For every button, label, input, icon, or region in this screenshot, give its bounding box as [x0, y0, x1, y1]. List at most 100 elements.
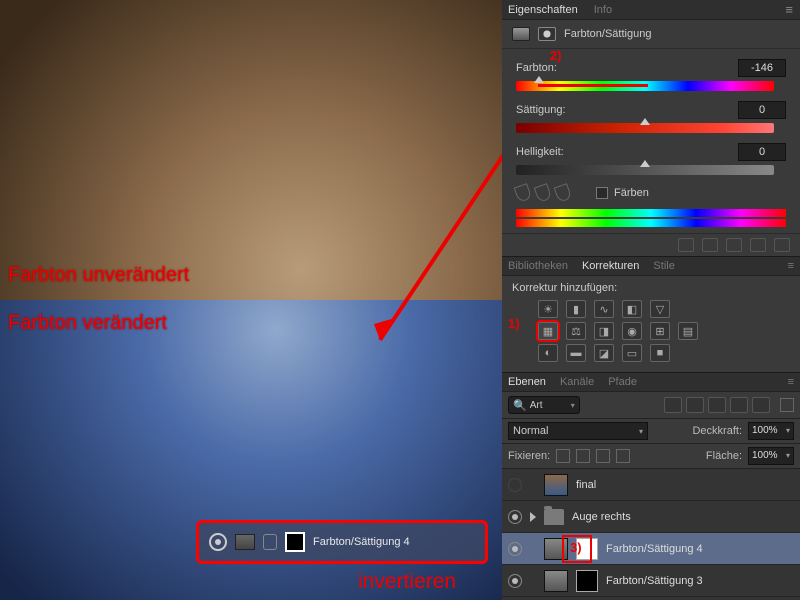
hue-value[interactable]: -146 — [738, 59, 786, 77]
blend-mode-value: Normal — [513, 425, 548, 437]
lig-label: Helligkeit: — [516, 146, 586, 158]
color-balance-icon[interactable]: ⚖ — [566, 322, 586, 340]
panel-menu-icon[interactable]: ≡ — [788, 376, 794, 388]
layer-filter-kind[interactable]: 🔍 ▾ — [508, 396, 580, 414]
adjustment-type-icon[interactable] — [512, 27, 530, 41]
mask-mode-icon[interactable] — [538, 27, 556, 41]
panel-menu-icon[interactable]: ≡ — [785, 2, 794, 17]
filter-pixel-icon[interactable] — [664, 397, 682, 413]
exposure-icon[interactable]: ◧ — [622, 300, 642, 318]
annotation-underline — [538, 84, 648, 87]
hue-slider[interactable] — [516, 81, 774, 91]
eyedropper-minus-icon[interactable] — [554, 183, 573, 203]
reset-icon[interactable] — [726, 238, 742, 252]
adjustment-thumb[interactable] — [544, 538, 568, 560]
disclosure-icon[interactable] — [530, 512, 536, 522]
document-canvas[interactable]: Farbton unverändert Farbton verändert Fa… — [0, 0, 502, 600]
annotation-mark-2: 2) — [550, 48, 562, 63]
tab-styles[interactable]: Stile — [653, 260, 674, 272]
sat-label: Sättigung: — [516, 104, 586, 116]
visibility-icon[interactable] — [508, 478, 522, 492]
tab-info[interactable]: Info — [594, 4, 612, 16]
search-icon: 🔍 — [513, 399, 527, 412]
hue-strip-top — [516, 209, 786, 217]
panel-menu-icon[interactable]: ≡ — [788, 260, 794, 272]
trash-icon[interactable] — [774, 238, 790, 252]
lock-pixels-icon[interactable] — [576, 449, 590, 463]
visibility-icon[interactable] — [508, 542, 522, 556]
annotation-mark-1: 1) — [508, 316, 520, 331]
tab-channels[interactable]: Kanäle — [560, 376, 594, 388]
hue-strip-bottom — [516, 219, 786, 227]
annotation-invert: invertieren — [358, 570, 456, 594]
filter-toggle-icon[interactable] — [780, 398, 794, 412]
adjustment-thumb[interactable] — [544, 570, 568, 592]
visibility-icon[interactable] — [209, 533, 227, 551]
view-previous-icon[interactable] — [702, 238, 718, 252]
colorize-checkbox[interactable] — [596, 187, 608, 199]
curves-icon[interactable]: ∿ — [594, 300, 614, 318]
fill-label: Fläche: — [706, 450, 742, 462]
lock-all-icon[interactable] — [616, 449, 630, 463]
invert-icon[interactable]: ◐ — [538, 344, 558, 362]
eyedropper-icon[interactable] — [514, 183, 533, 203]
clip-to-layer-icon[interactable] — [678, 238, 694, 252]
vibrance-icon[interactable]: ▽ — [650, 300, 670, 318]
layer-group-row[interactable]: Auge rechts — [502, 501, 800, 533]
opacity-label: Deckkraft: — [692, 425, 742, 437]
filter-type-icon[interactable] — [708, 397, 726, 413]
threshold-icon[interactable]: ◪ — [594, 344, 614, 362]
posterize-icon[interactable]: ▬ — [566, 344, 586, 362]
visibility-toggle-icon[interactable] — [750, 238, 766, 252]
layer-filter-input[interactable] — [530, 400, 568, 411]
tab-libraries[interactable]: Bibliotheken — [508, 260, 568, 272]
layer-name[interactable]: final — [576, 479, 596, 491]
blend-mode-select[interactable]: Normal ▾ — [508, 422, 648, 440]
colorize-label: Färben — [614, 187, 649, 199]
tab-paths[interactable]: Pfade — [608, 376, 637, 388]
opacity-value[interactable]: 100%▾ — [748, 422, 794, 440]
annotation-changed: Farbton verändert — [8, 312, 167, 335]
hue-slider-handle[interactable] — [534, 76, 544, 83]
layer-row[interactable]: final — [502, 469, 800, 501]
sat-value[interactable]: 0 — [738, 101, 786, 119]
properties-title: Farbton/Sättigung — [564, 28, 651, 40]
lightness-slider[interactable] — [516, 165, 774, 175]
tab-adjustments[interactable]: Korrekturen — [582, 260, 639, 272]
channel-mixer-icon[interactable]: ⊞ — [650, 322, 670, 340]
eyedropper-plus-icon[interactable] — [534, 183, 553, 203]
lock-position-icon[interactable] — [596, 449, 610, 463]
tab-properties[interactable]: Eigenschaften — [508, 4, 578, 16]
layer-name[interactable]: Farbton/Sättigung 3 — [606, 575, 703, 587]
brightness-contrast-icon[interactable]: ☀ — [538, 300, 558, 318]
black-white-icon[interactable]: ◨ — [594, 322, 614, 340]
folder-icon — [544, 509, 564, 525]
visibility-icon[interactable] — [508, 510, 522, 524]
mask-thumb[interactable] — [576, 570, 598, 592]
color-lookup-icon[interactable]: ▤ — [678, 322, 698, 340]
tab-layers[interactable]: Ebenen — [508, 376, 546, 388]
group-name[interactable]: Auge rechts — [572, 511, 631, 523]
selective-color-icon[interactable]: ■ — [650, 344, 670, 362]
levels-icon[interactable]: ▮ — [566, 300, 586, 318]
photo-filter-icon[interactable]: ◉ — [622, 322, 642, 340]
visibility-icon[interactable] — [508, 574, 522, 588]
fill-value[interactable]: 100%▾ — [748, 447, 794, 465]
filter-smart-icon[interactable] — [752, 397, 770, 413]
mask-thumb-icon[interactable] — [285, 532, 305, 552]
annotation-mark-3: 3) — [570, 540, 582, 555]
hue-saturation-icon[interactable]: ▦ — [538, 322, 558, 340]
saturation-slider[interactable] — [516, 123, 774, 133]
lock-transparent-icon[interactable] — [556, 449, 570, 463]
layer-row-selected[interactable]: Farbton/Sättigung 4 — [502, 533, 800, 565]
layer-name[interactable]: Farbton/Sättigung 4 — [606, 543, 703, 555]
layer-thumb[interactable] — [544, 474, 568, 496]
sat-slider-handle[interactable] — [640, 118, 650, 125]
lig-value[interactable]: 0 — [738, 143, 786, 161]
layer-row[interactable]: Farbton/Sättigung 3 — [502, 565, 800, 597]
gradient-map-icon[interactable]: ▭ — [622, 344, 642, 362]
filter-adjust-icon[interactable] — [686, 397, 704, 413]
filter-shape-icon[interactable] — [730, 397, 748, 413]
chevron-down-icon: ▾ — [571, 401, 575, 410]
lig-slider-handle[interactable] — [640, 160, 650, 167]
